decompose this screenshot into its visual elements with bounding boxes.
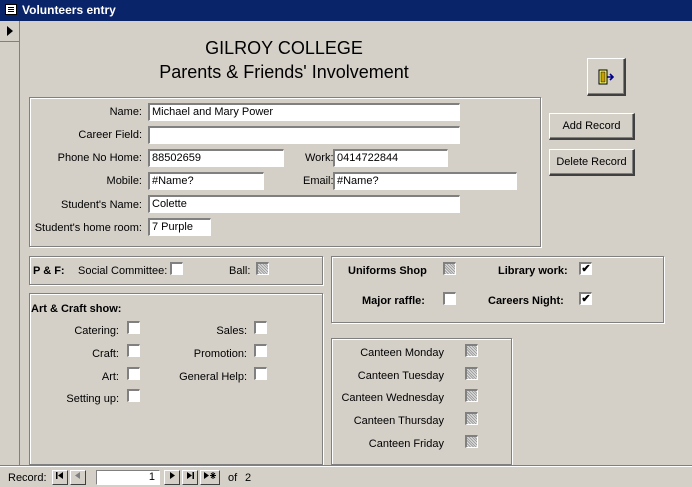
student-name-field[interactable]: Colette (148, 195, 460, 213)
record-selector[interactable] (0, 21, 20, 466)
first-record-button[interactable] (52, 470, 68, 485)
ball-checkbox[interactable] (256, 262, 269, 275)
catering-label: Catering: (74, 325, 119, 337)
art-checkbox[interactable] (127, 367, 140, 380)
last-record-button[interactable] (182, 470, 198, 485)
pf-title: P & F: (33, 265, 65, 277)
phone-home-field[interactable]: 88502659 (148, 149, 284, 167)
canteen-wednesday-label: Canteen Wednesday (341, 392, 444, 404)
general-help-checkbox[interactable] (254, 367, 267, 380)
next-record-icon (170, 472, 175, 479)
canteen-thursday-checkbox[interactable] (465, 412, 478, 425)
uniforms-shop-label: Uniforms Shop (348, 265, 427, 277)
canteen-wednesday-checkbox[interactable] (465, 389, 478, 402)
last-record-icon (187, 472, 194, 479)
careers-night-checkbox[interactable]: ✔ (579, 292, 592, 305)
of-label: of (228, 472, 238, 484)
craft-label: Craft: (92, 348, 119, 360)
name-field[interactable]: Michael and Mary Power (148, 103, 460, 121)
mobile-label: Mobile: (106, 175, 142, 187)
canteen-friday-label: Canteen Friday (368, 438, 444, 450)
home-room-label: Student's home room: (34, 222, 142, 234)
setting-up-label: Setting up: (66, 393, 119, 405)
art-craft-title: Art & Craft show: (31, 303, 122, 315)
canteen-monday-label: Canteen Monday (360, 347, 444, 359)
name-label: Name: (109, 106, 142, 118)
art-label: Art: (101, 371, 119, 383)
form-icon (5, 4, 17, 15)
previous-record-button[interactable] (70, 470, 86, 485)
sales-label: Sales: (216, 325, 247, 337)
new-record-button[interactable] (200, 470, 220, 485)
first-record-icon (56, 472, 63, 479)
social-committee-checkbox[interactable] (170, 262, 183, 275)
general-help-label: General Help: (179, 371, 247, 383)
catering-checkbox[interactable] (127, 321, 140, 334)
craft-checkbox[interactable] (127, 344, 140, 357)
record-label: Record: (8, 472, 47, 484)
home-room-field[interactable]: 7 Purple (148, 218, 211, 236)
canteen-friday-checkbox[interactable] (465, 435, 478, 448)
work-label: Work: (305, 152, 334, 164)
next-record-button[interactable] (164, 470, 180, 485)
career-field-input[interactable] (148, 126, 460, 144)
email-label: Email: (303, 175, 334, 187)
window-title: Volunteers entry (22, 3, 116, 17)
sales-checkbox[interactable] (254, 321, 267, 334)
mobile-field[interactable]: #Name? (148, 172, 264, 190)
work-phone-field[interactable]: 0414722844 (333, 149, 448, 167)
record-count: 2 (245, 472, 252, 484)
new-record-icon (204, 472, 216, 479)
delete-record-button[interactable]: Delete Record (549, 149, 635, 176)
canteen-monday-checkbox[interactable] (465, 344, 478, 357)
exit-door-icon (598, 69, 615, 84)
careers-night-label: Careers Night: (488, 295, 564, 307)
uniforms-shop-checkbox[interactable] (443, 262, 456, 275)
current-record-arrow-icon (7, 26, 13, 36)
canteen-tuesday-label: Canteen Tuesday (357, 370, 444, 382)
previous-record-icon (75, 472, 80, 479)
record-navigation-bar: Record: 1 of 2 (0, 466, 692, 487)
title-bar: Volunteers entry (0, 0, 692, 21)
exit-button[interactable] (587, 58, 626, 96)
ball-label: Ball: (229, 265, 251, 277)
library-work-label: Library work: (498, 265, 568, 277)
add-record-button[interactable]: Add Record (549, 113, 635, 140)
major-raffle-checkbox[interactable] (443, 292, 456, 305)
major-raffle-label: Major raffle: (362, 295, 425, 307)
canteen-thursday-label: Canteen Thursday (353, 415, 444, 427)
canteen-tuesday-checkbox[interactable] (465, 367, 478, 380)
email-field[interactable]: #Name? (333, 172, 517, 190)
page-title: Parents & Friends' Involvement (159, 62, 409, 82)
promotion-checkbox[interactable] (254, 344, 267, 357)
phone-home-label: Phone No Home: (57, 152, 142, 164)
student-name-label: Student's Name: (61, 199, 142, 211)
career-field-label: Career Field: (78, 129, 142, 141)
library-work-checkbox[interactable]: ✔ (579, 262, 592, 275)
current-record-input[interactable]: 1 (96, 470, 160, 485)
social-committee-label: Social Committee: (78, 265, 168, 277)
promotion-label: Promotion: (193, 348, 247, 360)
college-title: GILROY COLLEGE (205, 38, 363, 58)
setting-up-checkbox[interactable] (127, 389, 140, 402)
